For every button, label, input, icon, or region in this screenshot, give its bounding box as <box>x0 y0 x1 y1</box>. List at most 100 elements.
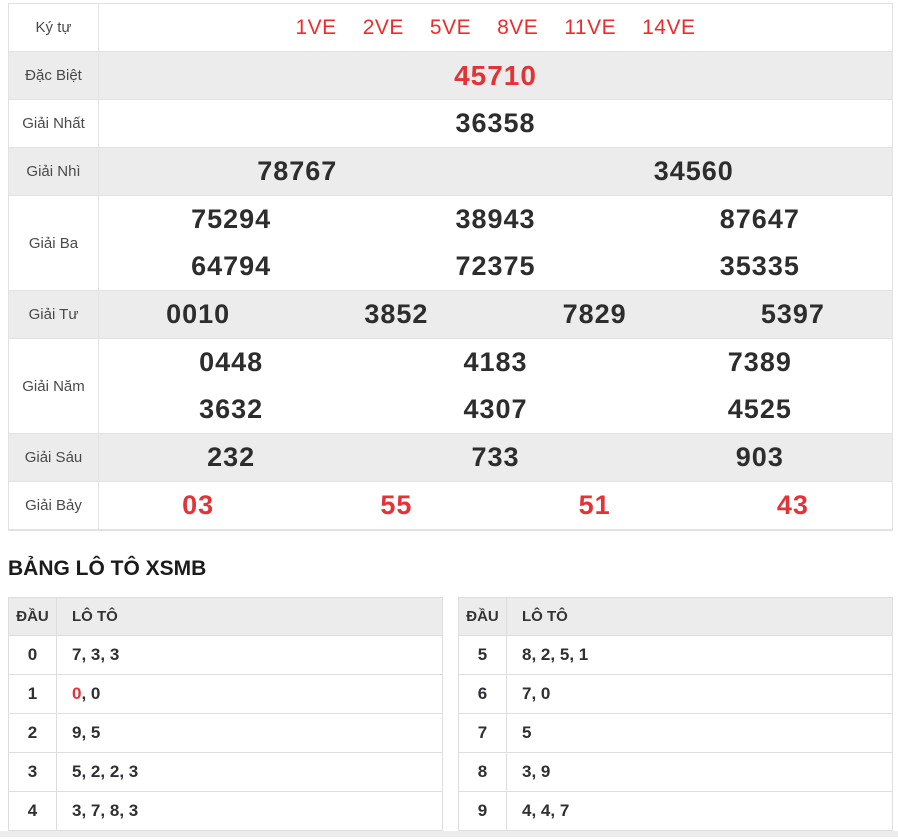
prize-line: 0010 3852 7829 5397 <box>99 291 892 338</box>
loto-digit: 3 <box>90 645 101 664</box>
prize-line: 03 55 51 43 <box>99 482 892 529</box>
dau-value: 3 <box>9 753 57 791</box>
loto-row: 8 3, 9 <box>459 752 892 791</box>
loto-row: 2 9, 5 <box>9 713 442 752</box>
prize-number: 7829 <box>562 299 627 329</box>
prize-number: 78767 <box>257 156 338 186</box>
prize-number: 5VE <box>429 15 472 39</box>
loto-digit: 8 <box>109 801 120 820</box>
bottom-strip <box>0 831 898 837</box>
dau-value: 4 <box>9 792 57 830</box>
loto-digit: 5 <box>90 723 101 742</box>
prize-label: Giải Tư <box>9 291 99 338</box>
loto-values: 7, 3, 3 <box>72 645 120 664</box>
loto-row: 35, 2, 2, 3 <box>9 752 442 791</box>
dau-value: 9 <box>459 792 507 830</box>
dau-value: 5 <box>459 636 507 674</box>
result-row-giai-nam: Giải Năm 0448 4183 7389 3632 4307 4525 <box>9 339 892 434</box>
prize-number: 45710 <box>454 59 537 91</box>
prize-line: 45710 <box>99 52 892 99</box>
loto-digit: 7 <box>90 801 101 820</box>
prize-number: 1VE <box>295 15 337 39</box>
loto-digit: 5 <box>522 723 532 742</box>
loto-digit: 7 <box>559 801 570 820</box>
loto-digit: 3 <box>109 645 120 664</box>
dau-value: 7 <box>459 714 507 752</box>
loto-digit: 7 <box>72 645 82 664</box>
prize-number: 2VE <box>362 15 404 39</box>
result-row-ky-tu: Ký tự 1VE 2VE 5VE 8VE 11VE 14VE <box>9 4 892 52</box>
result-row-giai-tu: Giải Tư 0010 3852 7829 5397 <box>9 291 892 339</box>
prize-number: 3632 <box>199 394 264 424</box>
prize-number: 4525 <box>727 394 792 424</box>
loto-digit: 3 <box>128 762 139 781</box>
prize-line: 232 733 903 <box>99 434 892 481</box>
prize-number: 35335 <box>719 251 800 281</box>
loto-row: 4 3, 7, 8, 3 <box>9 791 442 830</box>
prize-number: 733 <box>471 442 520 472</box>
loto-digit: 2 <box>90 762 101 781</box>
prize-number: 5397 <box>760 299 825 329</box>
prize-number: 51 <box>578 490 611 520</box>
loto-header-row: ĐẦU LÔ TÔ <box>459 598 892 635</box>
loto-digit: 0 <box>90 684 101 703</box>
loto-digit: 0 <box>72 684 82 703</box>
loto-digit: 9 <box>72 723 82 742</box>
loto-digit: 5 <box>72 762 82 781</box>
loto-row: 75 <box>459 713 892 752</box>
result-row-giai-nhi: Giải Nhì 78767 34560 <box>9 148 892 196</box>
loto-values: 3, 9 <box>522 762 551 781</box>
prize-number: 4183 <box>463 347 528 377</box>
prize-label: Giải Ba <box>9 196 99 290</box>
prize-line: 78767 34560 <box>99 148 892 195</box>
prize-number: 03 <box>182 490 215 520</box>
lottery-results-page: Ký tự 1VE 2VE 5VE 8VE 11VE 14VE Đặc Biệt 45710 Gi… <box>0 0 898 831</box>
prize-values: 36358 <box>99 100 892 147</box>
result-row-giai-ba: Giải Ba 75294 38943 87647 64794 72375 35335 <box>9 196 892 291</box>
prize-values: 03 55 51 43 <box>99 482 892 529</box>
loto-tables: ĐẦU LÔ TÔ 0 7, 3, 310, 029, 535, 2, 2, 343,… <box>8 597 893 831</box>
loto-row: 58, 2, 5, 1 <box>459 635 892 674</box>
loto-digit: 0 <box>540 684 551 703</box>
column-header-loto: LÔ TÔ <box>72 608 118 625</box>
column-header-loto: LÔ TÔ <box>522 608 568 625</box>
prize-number: 87647 <box>719 204 800 234</box>
results-table: Ký tự 1VE 2VE 5VE 8VE 11VE 14VE Đặc Biệt 45710 Gi… <box>8 3 893 531</box>
prize-line: 36358 <box>99 100 892 147</box>
prize-values: 0010 3852 7829 5397 <box>99 291 892 338</box>
prize-values: 75294 38943 87647 64794 72375 35335 <box>99 196 892 290</box>
prize-number: 64794 <box>191 251 272 281</box>
prize-label: Giải Sáu <box>9 434 99 481</box>
prize-number: 43 <box>776 490 809 520</box>
loto-values: 3, 7, 8, 3 <box>72 801 139 820</box>
prize-number: 0448 <box>199 347 264 377</box>
result-row-dac-biet: Đặc Biệt 45710 <box>9 52 892 100</box>
prize-line: 75294 38943 87647 <box>99 196 892 243</box>
loto-digit: 7 <box>522 684 532 703</box>
dau-value: 2 <box>9 714 57 752</box>
prize-label: Ký tự <box>9 4 99 51</box>
prize-number: 8VE <box>497 15 539 39</box>
prize-number: 14VE <box>642 15 696 39</box>
prize-label: Giải Nhì <box>9 148 99 195</box>
loto-digit: 4 <box>540 801 551 820</box>
prize-values: 232 733 903 <box>99 434 892 481</box>
prize-number: 72375 <box>455 251 536 281</box>
prize-number: 903 <box>735 442 784 472</box>
prize-number: 4307 <box>463 394 528 424</box>
loto-table-0-4: ĐẦU LÔ TÔ 0 7, 3, 310, 029, 535, 2, 2, 343,… <box>8 597 443 831</box>
prize-number: 3852 <box>364 299 429 329</box>
prize-number: 36358 <box>455 108 536 138</box>
prize-label: Giải Năm <box>9 339 99 433</box>
loto-header-row: ĐẦU LÔ TÔ <box>9 598 442 635</box>
prize-line: 3632 4307 4525 <box>99 386 892 433</box>
loto-digit: 4 <box>522 801 532 820</box>
prize-number: 232 <box>207 442 256 472</box>
prize-number: 7389 <box>727 347 792 377</box>
prize-number: 0010 <box>166 299 231 329</box>
dau-value: 0 <box>9 636 57 674</box>
prize-number: 11VE <box>564 15 617 39</box>
prize-values: 1VE 2VE 5VE 8VE 11VE 14VE <box>99 4 892 51</box>
dau-value: 6 <box>459 675 507 713</box>
prize-number: 38943 <box>455 204 536 234</box>
